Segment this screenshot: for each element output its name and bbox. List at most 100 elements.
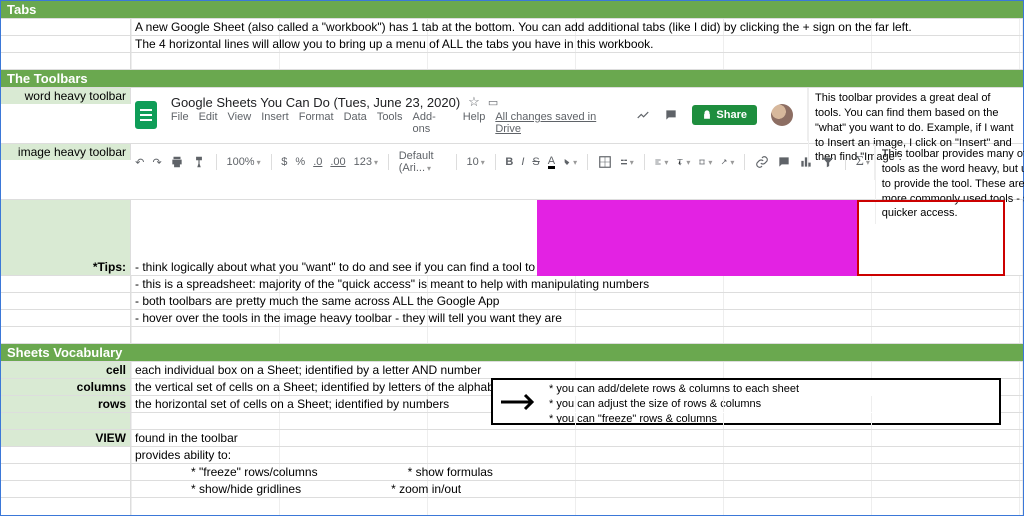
italic-button[interactable]: I xyxy=(521,156,524,168)
increase-decimal-button[interactable]: .00 xyxy=(330,156,345,168)
body-cell: - both toolbars are pretty much the same… xyxy=(131,293,1023,309)
wrap-button[interactable] xyxy=(698,155,712,169)
font-family-select[interactable]: Default (Ari... xyxy=(399,150,446,174)
avatar[interactable] xyxy=(771,104,793,126)
halign-button[interactable] xyxy=(654,155,668,169)
menu-bar: File Edit View Insert Format Data Tools … xyxy=(171,111,623,135)
label-text: columns xyxy=(77,380,126,394)
body-cell: the vertical set of cells on a Sheet; id… xyxy=(131,379,1023,395)
link-icon[interactable] xyxy=(755,155,769,169)
menu-file[interactable]: File xyxy=(171,111,189,135)
move-icon[interactable]: ▭ xyxy=(488,96,498,109)
functions-button[interactable]: Σ xyxy=(856,155,870,169)
merge-button[interactable] xyxy=(620,155,634,169)
text: * show formulas xyxy=(408,465,493,479)
chart-icon[interactable] xyxy=(799,155,813,169)
decrease-decimal-button[interactable]: .0 xyxy=(313,156,322,168)
text-color-button[interactable]: A xyxy=(548,156,555,169)
menu-addons[interactable]: Add-ons xyxy=(413,111,453,135)
body-cell: provides ability to: xyxy=(131,447,1023,463)
table-row: rows the horizontal set of cells on a Sh… xyxy=(1,396,1023,413)
table-row: The 4 horizontal lines will allow you to… xyxy=(1,36,1023,53)
font-size-select[interactable]: 10 xyxy=(466,156,484,168)
body-cell: - hover over the tools in the image heav… xyxy=(131,310,1023,326)
empty-cell xyxy=(1,464,131,480)
image-heavy-toolbar-row: image heavy toolbar ↶ ↷ 100% $ % .0 .00 … xyxy=(1,144,1023,200)
callout-line: * you can add/delete rows & columns to e… xyxy=(549,382,993,397)
strike-button[interactable]: S xyxy=(532,156,539,168)
text: the vertical set of cells on a Sheet; id… xyxy=(135,380,504,394)
spreadsheet-document: Tabs A new Google Sheet (also called a "… xyxy=(0,0,1024,516)
table-row: A new Google Sheet (also called a "workb… xyxy=(1,19,1023,36)
menu-edit[interactable]: Edit xyxy=(199,111,218,135)
text: - this is a spreadsheet: majority of the… xyxy=(135,277,649,291)
percent-button[interactable]: % xyxy=(295,156,305,168)
text: provides ability to: xyxy=(135,448,231,462)
filter-icon[interactable] xyxy=(821,155,835,169)
share-button[interactable]: Share xyxy=(692,105,757,125)
menu-view[interactable]: View xyxy=(228,111,252,135)
body-cell: found in the toolbar xyxy=(131,430,1023,446)
paint-format-icon[interactable] xyxy=(192,155,206,169)
redo-icon[interactable]: ↷ xyxy=(152,155,161,169)
text: * "freeze" rows/columns xyxy=(191,465,318,479)
label-text: rows xyxy=(98,397,126,411)
red-outline-highlight xyxy=(857,200,1005,276)
borders-button[interactable] xyxy=(598,155,612,169)
table-row: - hover over the tools in the image heav… xyxy=(1,310,1023,327)
table-row: VIEW found in the toolbar xyxy=(1,430,1023,447)
empty-cell xyxy=(1,481,131,497)
empty-cell xyxy=(1,413,131,429)
menu-insert[interactable]: Insert xyxy=(261,111,289,135)
label-text: image heavy toolbar xyxy=(18,145,126,159)
body-cell: each individual box on a Sheet; identifi… xyxy=(131,362,1023,378)
row-label: *Tips: xyxy=(1,200,131,275)
table-row: columns the vertical set of cells on a S… xyxy=(1,379,1023,396)
undo-icon[interactable]: ↶ xyxy=(135,155,144,169)
body-cell: The 4 horizontal lines will allow you to… xyxy=(131,36,1023,52)
empty-cell xyxy=(1,19,131,35)
trend-icon[interactable] xyxy=(636,108,650,122)
valign-button[interactable] xyxy=(676,155,690,169)
body-cell: A new Google Sheet (also called a "workb… xyxy=(131,19,1023,35)
label-text: cell xyxy=(106,363,126,377)
menu-tools[interactable]: Tools xyxy=(377,111,403,135)
empty-cell xyxy=(1,310,131,326)
fill-color-button[interactable] xyxy=(563,155,577,169)
comment-icon[interactable] xyxy=(664,108,678,122)
section-header-label: The Toolbars xyxy=(7,71,88,86)
insert-comment-icon[interactable] xyxy=(777,155,791,169)
section-header-tabs: Tabs xyxy=(1,1,1023,19)
text: found in the toolbar xyxy=(135,431,238,445)
table-row xyxy=(1,327,1023,344)
text: * show/hide gridlines xyxy=(191,482,301,496)
document-title: Google Sheets You Can Do (Tues, June 23,… xyxy=(171,95,460,110)
bold-button[interactable]: B xyxy=(505,156,513,168)
currency-button[interactable]: $ xyxy=(281,156,287,168)
section-header-toolbars: The Toolbars xyxy=(1,70,1023,88)
body-cell: * show/hide gridlines * zoom in/out xyxy=(131,481,1023,497)
star-icon[interactable]: ☆ xyxy=(468,94,480,110)
table-row: provides ability to: xyxy=(1,447,1023,464)
empty-cell xyxy=(1,36,131,52)
row-label: word heavy toolbar xyxy=(1,88,131,104)
empty-cell xyxy=(131,327,1023,343)
row-label: VIEW xyxy=(1,430,131,446)
row-label: cell xyxy=(1,362,131,378)
zoom-select[interactable]: 100% xyxy=(226,156,260,168)
body-cell: the horizontal set of cells on a Sheet; … xyxy=(131,396,1023,412)
body-cell: - this is a spreadsheet: majority of the… xyxy=(131,276,1023,292)
rotate-button[interactable] xyxy=(720,155,734,169)
row-label: columns xyxy=(1,379,131,395)
share-label: Share xyxy=(716,109,747,121)
section-header-vocab: Sheets Vocabulary xyxy=(1,344,1023,362)
label-text: word heavy toolbar xyxy=(25,89,126,103)
menu-help[interactable]: Help xyxy=(463,111,486,135)
menu-data[interactable]: Data xyxy=(344,111,367,135)
print-icon[interactable] xyxy=(170,155,184,169)
word-heavy-toolbar-row: word heavy toolbar Google Sheets You Can… xyxy=(1,88,1023,144)
number-format-select[interactable]: 123 xyxy=(354,156,378,168)
text: - both toolbars are pretty much the same… xyxy=(135,294,499,308)
table-row: * "freeze" rows/columns * show formulas xyxy=(1,464,1023,481)
menu-format[interactable]: Format xyxy=(299,111,334,135)
